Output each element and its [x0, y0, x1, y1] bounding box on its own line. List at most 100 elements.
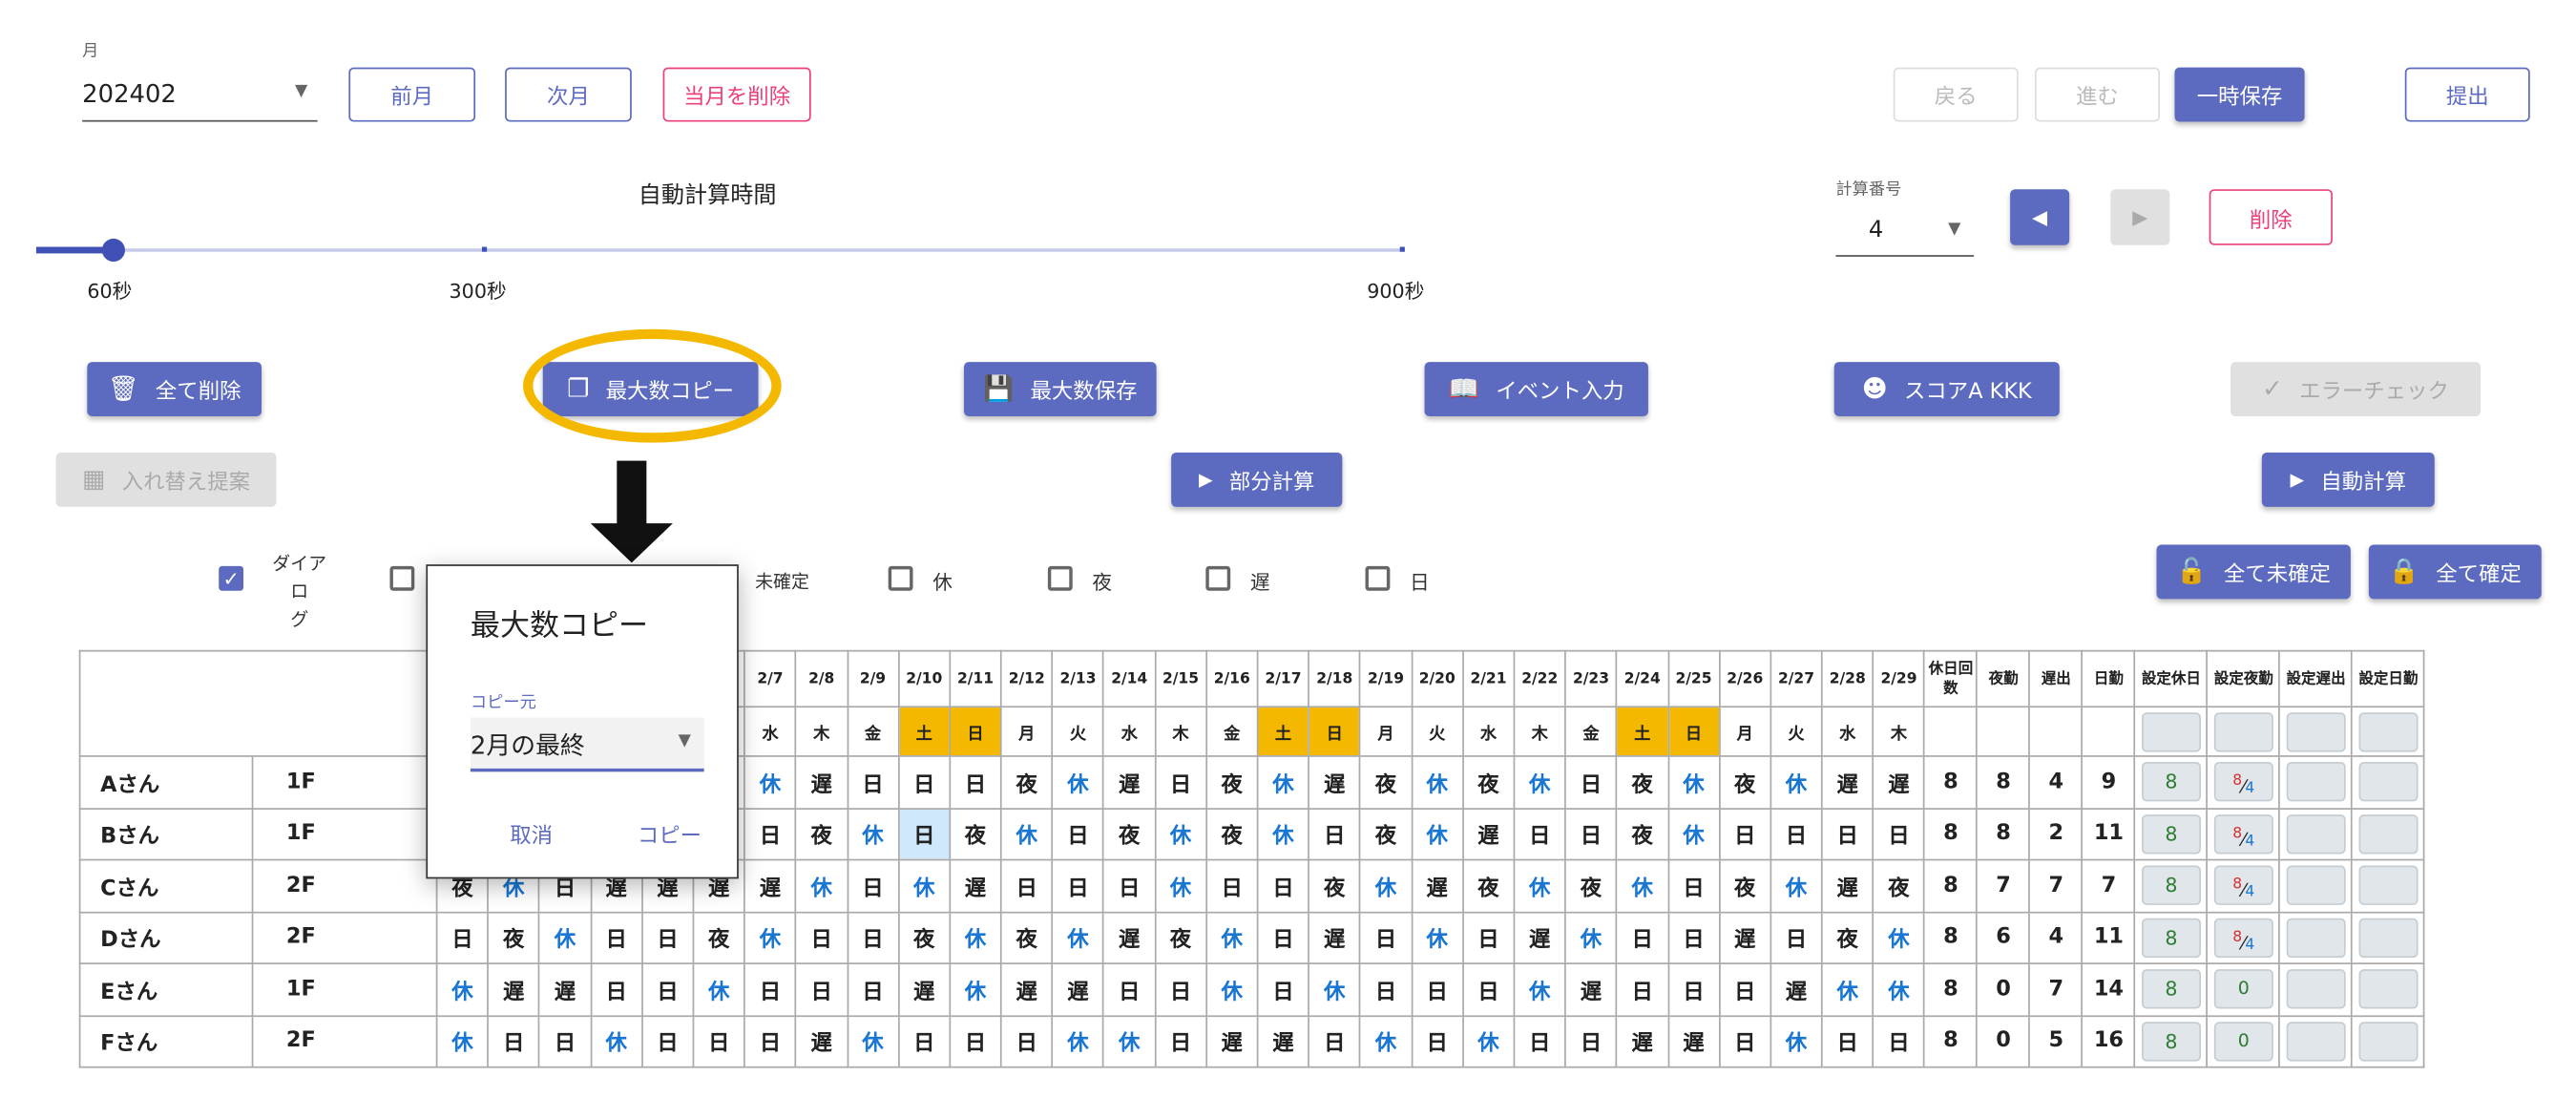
event-input-button[interactable]: 📖 イベント入力	[1424, 362, 1648, 417]
shift-cell[interactable]: 夜	[1872, 858, 1926, 913]
shift-cell[interactable]: 夜	[999, 910, 1054, 964]
shift-cell[interactable]: 日	[1154, 962, 1207, 1017]
shift-cell[interactable]: 日	[1411, 962, 1464, 1017]
cancel-button[interactable]: 取消	[487, 813, 576, 862]
shift-cell[interactable]: 夜	[1204, 807, 1259, 861]
undo-button[interactable]: 戻る	[1893, 67, 2019, 122]
setting-cell[interactable]	[2351, 910, 2426, 964]
shift-cell[interactable]: 休	[1154, 807, 1207, 861]
shift-cell[interactable]: 遅	[1513, 910, 1566, 964]
submit-button[interactable]: 提出	[2404, 67, 2530, 122]
setting-cell[interactable]: 8	[2134, 858, 2209, 913]
shift-cell[interactable]: 夜	[1102, 807, 1156, 861]
shift-cell[interactable]: 夜	[1616, 807, 1669, 861]
shift-cell[interactable]: 日	[1718, 1014, 1771, 1068]
shift-cell[interactable]: 遅	[1204, 1014, 1259, 1068]
shift-cell[interactable]: 遅	[1256, 1014, 1310, 1068]
shift-cell[interactable]: 日	[1308, 1014, 1361, 1068]
setting-cell[interactable]: 8	[2134, 807, 2209, 861]
shift-cell[interactable]: 遅	[1770, 962, 1823, 1017]
hidden-filter-checkbox[interactable]	[389, 565, 415, 591]
shift-cell[interactable]: 遅	[1616, 1014, 1669, 1068]
shift-cell[interactable]: 休	[846, 1014, 900, 1068]
temp-save-button[interactable]: 一時保存	[2174, 67, 2305, 122]
setting-cell[interactable]	[2351, 858, 2426, 913]
shift-cell[interactable]: 休	[692, 962, 745, 1017]
setting-cell[interactable]	[2278, 1014, 2354, 1068]
shift-cell[interactable]: 日	[692, 1014, 745, 1068]
shift-cell[interactable]: 日	[589, 962, 643, 1017]
partial-calc-button[interactable]: ▶ 部分計算	[1171, 452, 1343, 507]
max-save-button[interactable]: 💾 最大数保存	[963, 362, 1157, 417]
shift-cell[interactable]: 日	[794, 962, 848, 1017]
shift-cell[interactable]: 日	[1718, 807, 1771, 861]
next-calc-button[interactable]: ▶	[2110, 189, 2170, 245]
shift-cell[interactable]: 夜	[794, 807, 848, 861]
shift-cell[interactable]: 遅	[1411, 858, 1464, 913]
shift-cell[interactable]: 休	[794, 858, 848, 913]
setting-cell[interactable]: 0	[2206, 1014, 2281, 1068]
setting-cell[interactable]	[2278, 858, 2354, 913]
calc-number-select[interactable]: 4 ▼	[1835, 204, 1975, 257]
shift-cell[interactable]: 日	[640, 1014, 695, 1068]
setting-button[interactable]	[2213, 711, 2273, 751]
shift-cell[interactable]: 日	[897, 807, 951, 861]
copy-button[interactable]: コピー	[625, 813, 714, 862]
slider-thumb[interactable]	[101, 238, 125, 263]
auto-calc-button[interactable]: ▶ 自動計算	[2261, 452, 2435, 507]
shift-cell[interactable]: 遅	[1666, 1014, 1721, 1068]
shift-cell[interactable]: 日	[743, 962, 797, 1017]
shift-cell[interactable]: 休	[1872, 910, 1926, 964]
shift-cell[interactable]: 休	[846, 807, 900, 861]
setting-button[interactable]	[2141, 711, 2201, 751]
setting-button[interactable]	[2358, 918, 2419, 958]
setting-button[interactable]	[2286, 1021, 2346, 1062]
shift-cell[interactable]: 夜	[692, 910, 745, 964]
shift-cell[interactable]: 遅	[1308, 755, 1361, 810]
setting-cell[interactable]	[2278, 755, 2354, 810]
shift-cell[interactable]: 遅	[1564, 962, 1618, 1017]
setting-cell[interactable]: 8	[2134, 755, 2209, 810]
setting-cell[interactable]	[2351, 807, 2426, 861]
shift-cell[interactable]: 夜	[897, 910, 951, 964]
shift-cell[interactable]: 休	[1256, 755, 1310, 810]
shift-cell[interactable]: 遅	[897, 962, 951, 1017]
shift-cell[interactable]: 休	[1051, 755, 1105, 810]
setting-cell[interactable]: 8⁄4	[2206, 858, 2281, 913]
shift-cell[interactable]: 休	[1411, 755, 1464, 810]
shift-cell[interactable]: 日	[999, 858, 1054, 913]
setting-cell[interactable]: 8	[2134, 1014, 2209, 1068]
shift-cell[interactable]: 休	[1359, 1014, 1413, 1068]
shift-cell[interactable]: 日	[1770, 807, 1823, 861]
setting-cell[interactable]	[2278, 807, 2354, 861]
shift-cell[interactable]: 日	[1359, 910, 1413, 964]
copy-source-select[interactable]: 2月の最終 ▼	[470, 717, 704, 772]
shift-cell[interactable]: 日	[1256, 962, 1310, 1017]
shift-cell[interactable]: 休	[589, 1014, 643, 1068]
shift-cell[interactable]: 日	[1256, 858, 1310, 913]
shift-cell[interactable]: 夜	[487, 910, 540, 964]
redo-button[interactable]: 進む	[2034, 67, 2160, 122]
shift-cell[interactable]: 夜	[1718, 755, 1771, 810]
setting-cell[interactable]	[2278, 910, 2354, 964]
setting-button[interactable]	[2286, 918, 2346, 958]
shift-cell[interactable]: 休	[1051, 910, 1105, 964]
shift-cell[interactable]: 日	[846, 858, 900, 913]
setting-cell[interactable]: 8⁄4	[2206, 807, 2281, 861]
shift-cell[interactable]: 休	[1770, 858, 1823, 913]
shift-cell[interactable]: 日	[435, 910, 490, 964]
shift-cell[interactable]: 遅	[1872, 755, 1926, 810]
all-unconfirm-button[interactable]: 🔓 全て未確定	[2156, 544, 2351, 600]
shift-cell[interactable]: 遅	[538, 962, 592, 1017]
shift-cell[interactable]: 日	[1256, 910, 1310, 964]
shift-cell[interactable]: 夜	[1564, 858, 1618, 913]
setting-cell[interactable]: 8⁄4	[2206, 910, 2281, 964]
shift-cell[interactable]: 遅	[1102, 910, 1156, 964]
shift-cell[interactable]: 日	[640, 962, 695, 1017]
shift-cell[interactable]: 日	[1616, 910, 1669, 964]
day-checkbox[interactable]	[1365, 565, 1391, 591]
shift-cell[interactable]: 休	[1666, 755, 1721, 810]
prev-calc-button[interactable]: ◀	[2010, 189, 2070, 245]
shift-cell[interactable]: 日	[589, 910, 643, 964]
setting-button[interactable]	[2286, 813, 2346, 855]
